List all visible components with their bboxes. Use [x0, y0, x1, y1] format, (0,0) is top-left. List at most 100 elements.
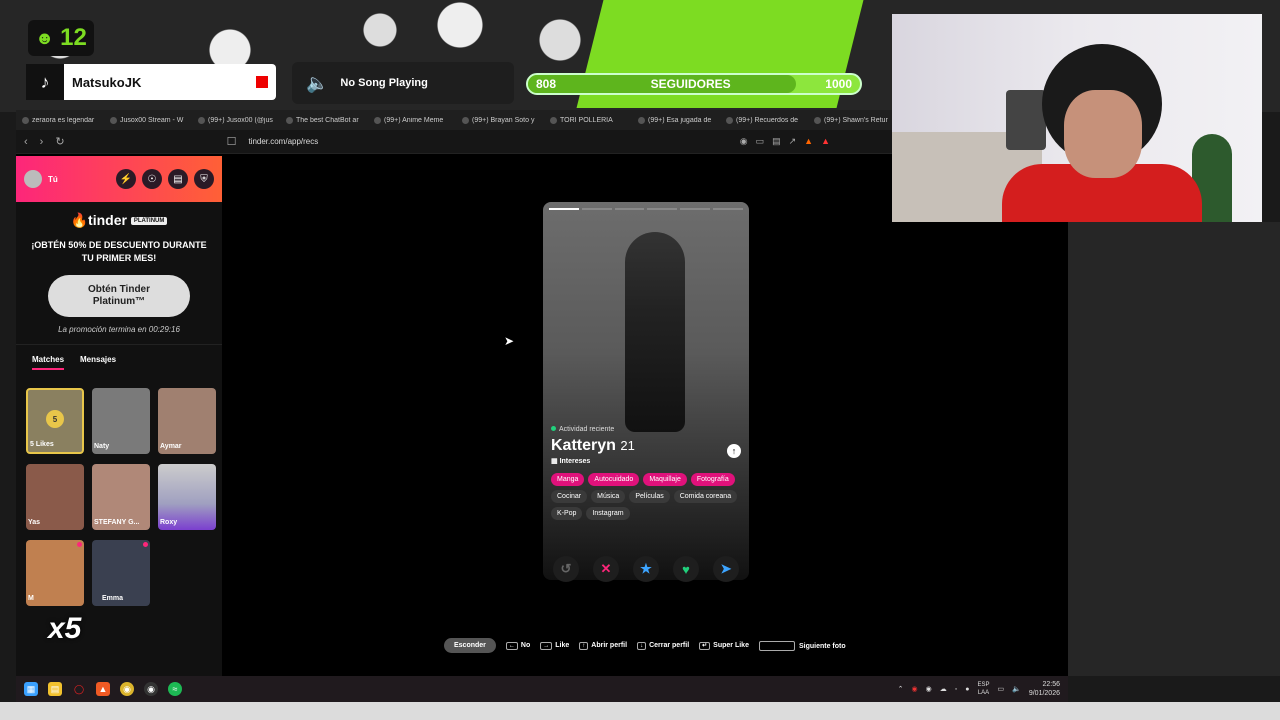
- tab-title: The best ChatBot ar: [296, 116, 359, 124]
- match-tile[interactable]: Roxy: [158, 464, 216, 530]
- interest-tag: Música: [591, 490, 626, 503]
- interest-tag: Autocuidado: [588, 473, 640, 486]
- profile-info: Actividad reciente Katteryn 21 ▦ Interes…: [551, 426, 741, 520]
- photo-progress-segment: [713, 208, 743, 210]
- match-name: Emma: [102, 595, 124, 602]
- brave-icon[interactable]: ▲: [96, 682, 110, 696]
- match-tile[interactable]: Emma: [92, 540, 150, 606]
- browser-tab[interactable]: zeraora es legendar: [22, 116, 106, 124]
- tab-messages[interactable]: Mensajes: [80, 355, 116, 370]
- browser-tab[interactable]: (99+) Esa jugada de: [638, 116, 722, 124]
- multiplier-overlay: x5: [48, 612, 82, 645]
- spotify-icon[interactable]: ≈: [168, 682, 182, 696]
- cast-icon[interactable]: ▭: [756, 136, 765, 147]
- browser-tab[interactable]: The best ChatBot ar: [286, 116, 370, 124]
- shield-icon[interactable]: ▲: [804, 136, 813, 147]
- reload-icon[interactable]: ↻: [55, 135, 64, 148]
- tab-favicon-icon: [550, 116, 557, 124]
- shortcut-like: → Like: [540, 642, 569, 650]
- match-name: Aymar: [160, 443, 182, 450]
- interest-tags: Manga Autocuidado Maquillaje Fotografía Coci…: [551, 473, 741, 520]
- browser-tab[interactable]: (99+) Recuerdos de: [726, 116, 810, 124]
- tab-matches[interactable]: Matches: [32, 355, 65, 370]
- browser-tab[interactable]: (99+) Anime Meme: [374, 116, 458, 124]
- profile-card[interactable]: ↑ Actividad reciente Katteryn 21 ▦ Inter…: [543, 202, 749, 580]
- share-icon[interactable]: ↗: [789, 136, 797, 147]
- volume-icon[interactable]: 🔈: [1012, 685, 1021, 693]
- interest-tag: Fotografía: [690, 473, 735, 486]
- tray-app-icon[interactable]: ◉: [912, 685, 918, 693]
- back-icon[interactable]: ‹: [24, 136, 28, 148]
- match-tile[interactable]: Aymar: [158, 388, 216, 454]
- interests-heading: ▦ Intereses: [551, 457, 741, 465]
- chrome-icon[interactable]: ◉: [120, 682, 134, 696]
- location-icon[interactable]: ◉: [740, 136, 748, 147]
- browser-tab[interactable]: (99+) Brayan Soto y: [462, 116, 546, 124]
- shield-icon[interactable]: ⛨: [194, 169, 214, 189]
- swipe-actions: ↺ ✕ ★ ♥ ➤: [553, 556, 739, 582]
- shortcut-superlike: ↵ Super Like: [699, 642, 749, 650]
- browser-tab[interactable]: TORI POLLERIA: [550, 116, 634, 124]
- browser-tab[interactable]: (99+) Jusox00 (@jus: [198, 116, 282, 124]
- explore-icon[interactable]: ☉: [142, 169, 162, 189]
- sidebar-header: Tú ⚡ ☉ ▤ ⛨: [16, 156, 222, 202]
- rewards-icon[interactable]: ▲: [821, 136, 830, 147]
- superlike-icon[interactable]: ★: [633, 556, 659, 582]
- match-name: Roxy: [160, 519, 178, 526]
- match-tile[interactable]: Yas: [26, 464, 84, 530]
- match-tile[interactable]: Naty: [92, 388, 150, 454]
- promo-offer: ¡OBTÉN 50% DE DESCUENTO DURANTE TU PRIME…: [31, 240, 207, 263]
- cloud-icon[interactable]: ☁: [940, 685, 947, 693]
- viewer-count: 12: [60, 24, 87, 51]
- boost-icon[interactable]: ⚡: [116, 169, 136, 189]
- file-explorer-icon[interactable]: ▤: [48, 682, 62, 696]
- profile-name: Katteryn 21: [551, 437, 741, 455]
- get-platinum-button[interactable]: Obtén Tinder Platinum™: [48, 275, 190, 317]
- interest-tag: Maquillaje: [643, 473, 687, 486]
- briefcase-icon[interactable]: ▤: [168, 169, 188, 189]
- boost-icon[interactable]: ➤: [713, 556, 739, 582]
- profile-age: 21: [620, 438, 635, 453]
- tab-title: (99+) Recuerdos de: [736, 116, 799, 124]
- avatar[interactable]: [24, 170, 42, 188]
- windows-start-icon[interactable]: ▦: [24, 682, 38, 696]
- like-icon[interactable]: ♥: [673, 556, 699, 582]
- match-tile[interactable]: STEFANY G...: [92, 464, 150, 530]
- obs-icon[interactable]: ◉: [144, 682, 158, 696]
- match-tile[interactable]: M: [26, 540, 84, 606]
- windows-taskbar: ▦ ▤ ◯ ▲ ◉ ◉ ≈ ⌃ ◉ ◉ ☁ ◦ ● ESP LAA ▭ 🔈 22…: [16, 676, 1068, 702]
- photo-progress-segment: [680, 208, 711, 210]
- forward-icon[interactable]: ›: [40, 136, 44, 148]
- system-clock[interactable]: 22:56 9/01/2026: [1029, 680, 1060, 698]
- match-name: Naty: [94, 443, 110, 450]
- microphone-icon[interactable]: ●: [965, 686, 969, 693]
- display-icon[interactable]: ▭: [998, 685, 1005, 693]
- opera-icon[interactable]: ◯: [72, 682, 86, 696]
- match-name: M: [28, 595, 34, 602]
- bookmark-icon[interactable]: ☐: [227, 135, 237, 148]
- browser-tab[interactable]: (99+) Shawn's Retur: [814, 116, 898, 124]
- wifi-icon[interactable]: ◦: [955, 686, 957, 693]
- likes-tile[interactable]: 5 5 Likes: [26, 388, 84, 454]
- webcam-feed: [892, 14, 1262, 222]
- url-input[interactable]: tinder.com/app/recs: [248, 137, 318, 146]
- profile-label[interactable]: Tú: [48, 175, 110, 184]
- browser-toolbar: ◉ ▭ ▤ ↗ ▲ ▲: [740, 136, 830, 147]
- tab-title: Jusox00 Stream - W: [120, 116, 184, 124]
- chevron-up-icon[interactable]: ⌃: [898, 685, 904, 693]
- interest-tag: Manga: [551, 473, 585, 486]
- shortcut-open-label: Abrir perfil: [591, 642, 628, 649]
- rewind-icon[interactable]: ↺: [553, 556, 579, 582]
- interest-tag: Películas: [629, 490, 670, 503]
- interests-label: Intereses: [559, 458, 591, 465]
- up-arrow-key-icon: ↑: [579, 642, 589, 650]
- browser-tab[interactable]: Jusox00 Stream - W: [110, 116, 194, 124]
- discord-icon[interactable]: ◉: [926, 685, 932, 693]
- tab-favicon-icon: [726, 116, 733, 124]
- input-language[interactable]: ESP LAA: [977, 681, 989, 697]
- tab-title: zeraora es legendar: [32, 116, 95, 124]
- tab-title: (99+) Jusox00 (@jus: [208, 116, 273, 124]
- nope-icon[interactable]: ✕: [593, 556, 619, 582]
- reader-icon[interactable]: ▤: [772, 136, 781, 147]
- hide-shortcuts-button[interactable]: Esconder: [444, 638, 496, 653]
